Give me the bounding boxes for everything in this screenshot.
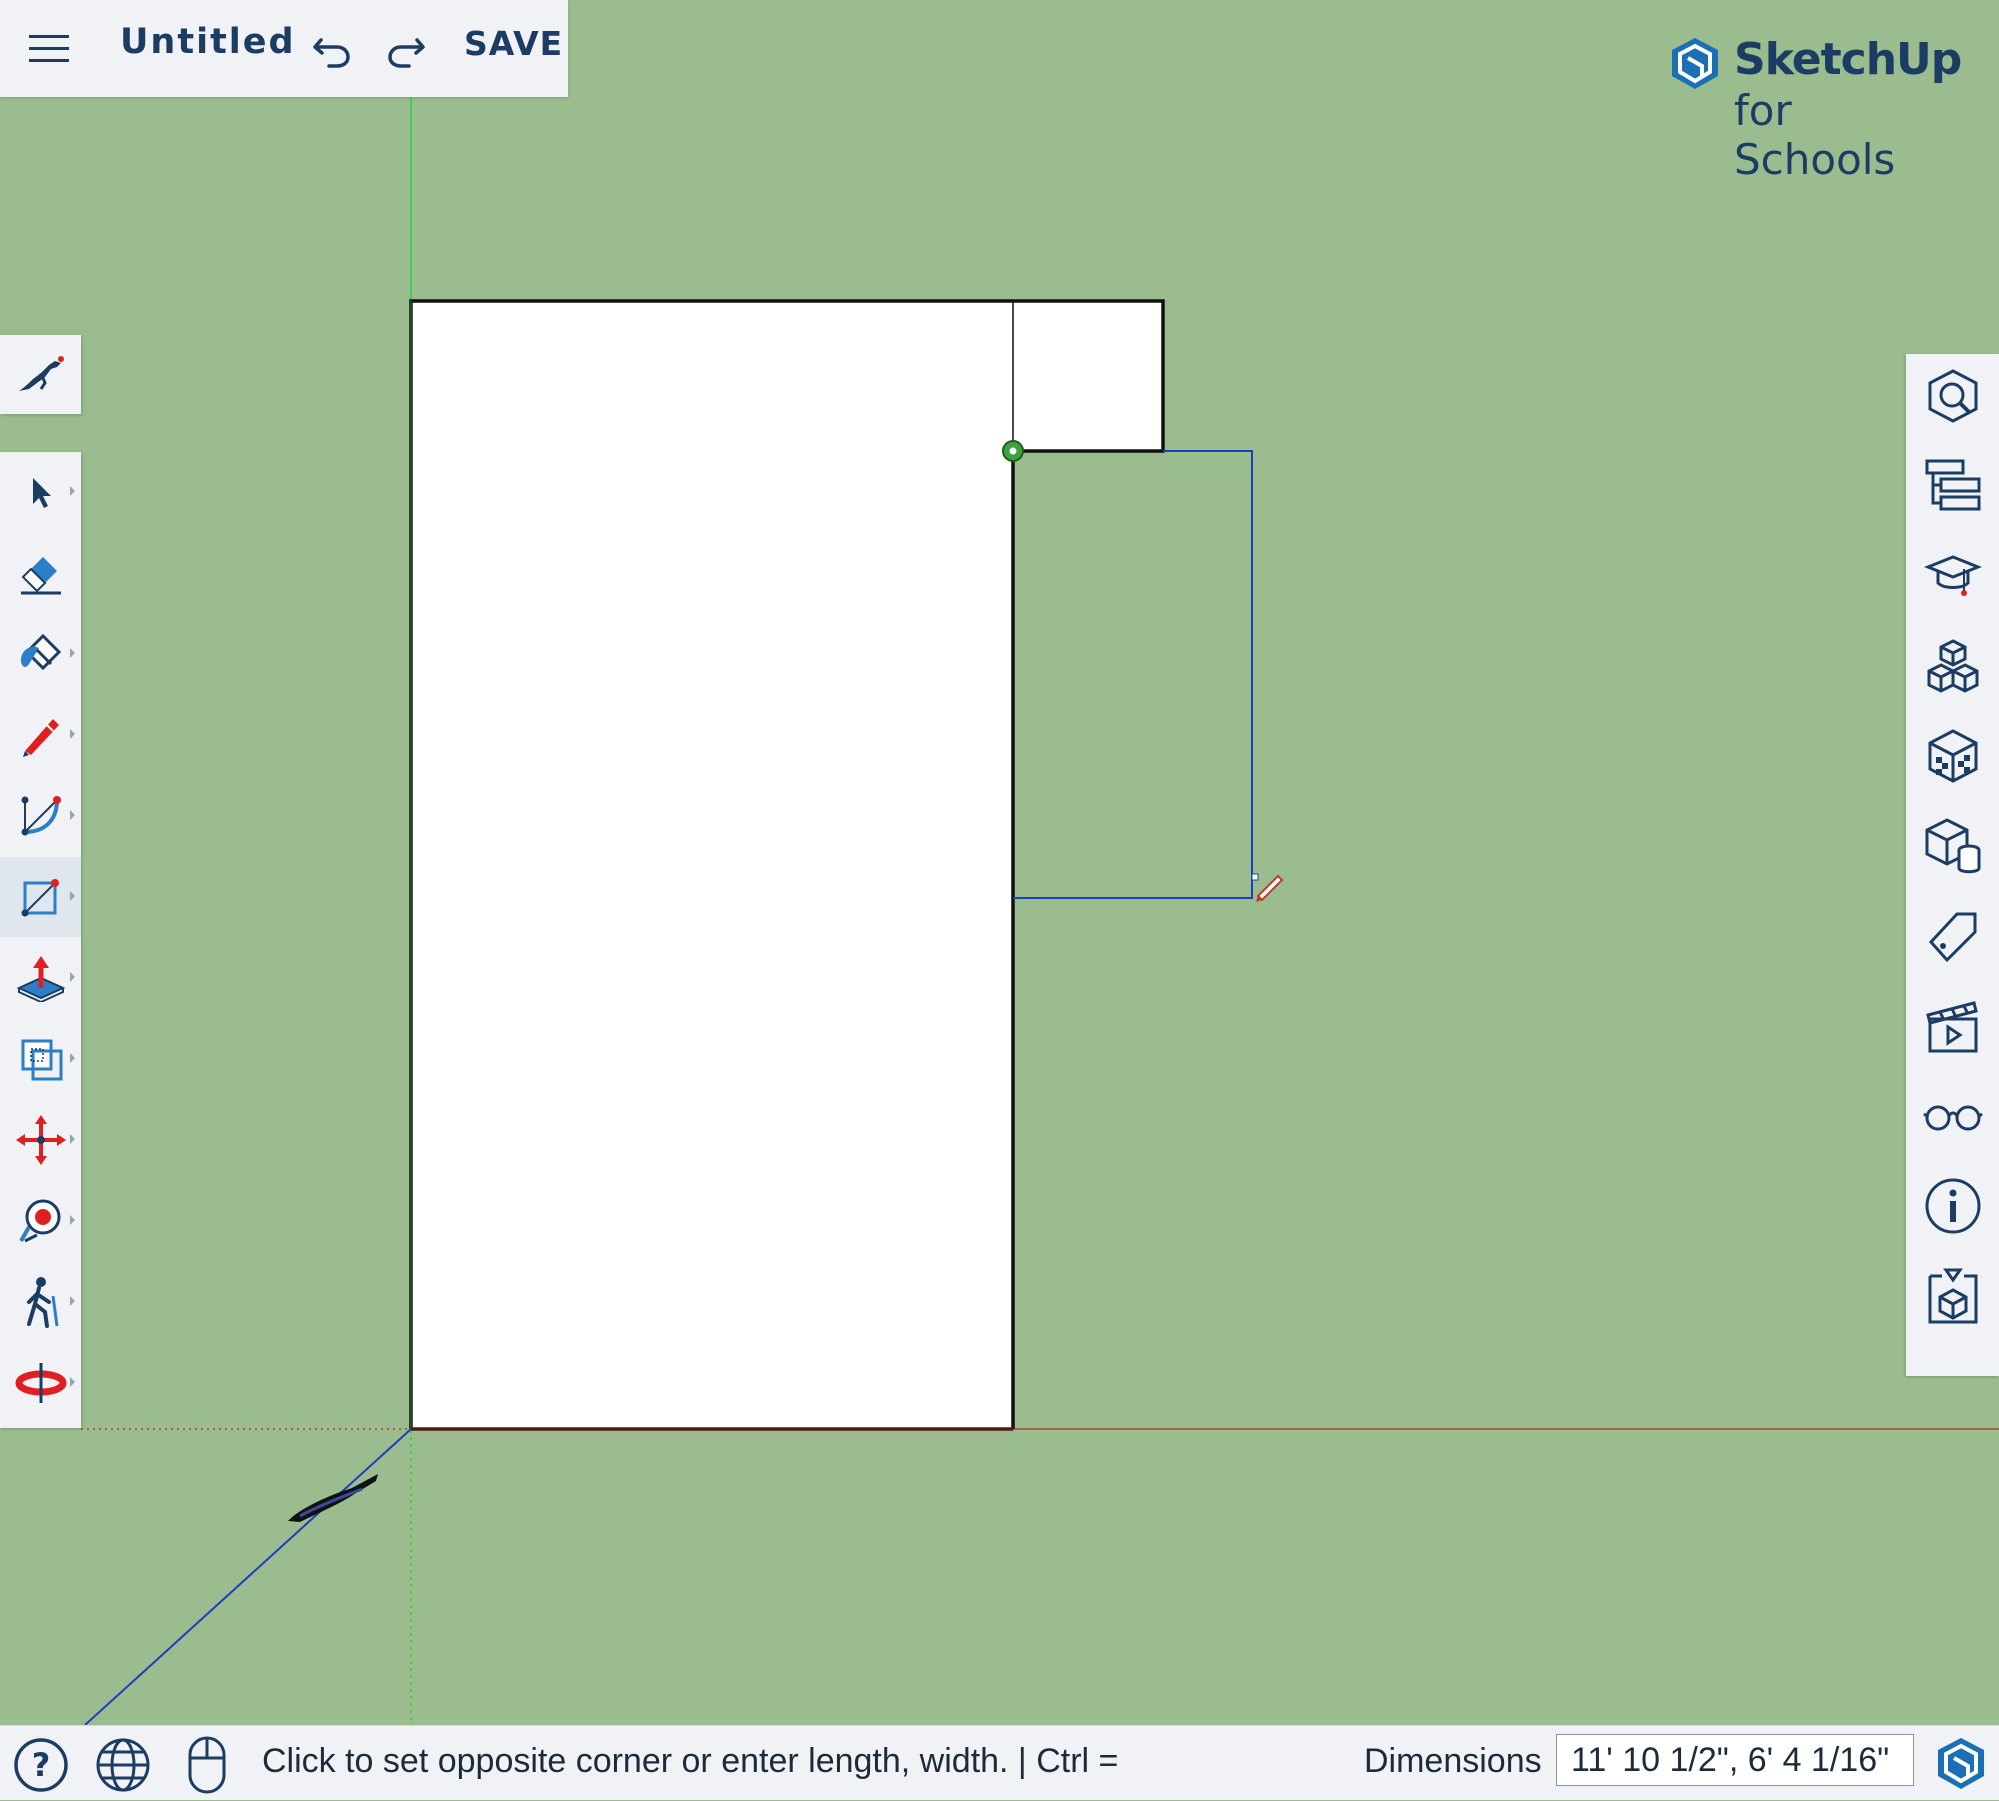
- status-bar: ? Click to set opposite corner or enter …: [0, 1725, 1999, 1800]
- 3d-warehouse-button[interactable]: [1906, 1254, 1999, 1338]
- tags-icon: [1928, 912, 1976, 963]
- instructor-icon: [18, 355, 64, 391]
- tape-measure-icon: [18, 1199, 60, 1243]
- sketchup-logo-icon: [1672, 38, 1718, 89]
- rectangle-preview: [1013, 450, 1253, 899]
- outliner-button[interactable]: [1906, 444, 1999, 528]
- materials-button[interactable]: [1906, 714, 1999, 798]
- pencil-cursor-icon: [1251, 873, 1284, 902]
- move-tool-button[interactable]: [0, 1100, 81, 1180]
- tags-button[interactable]: [1906, 894, 1999, 978]
- outliner-icon: [1925, 459, 1980, 511]
- endpoint-inference-dot: [1009, 447, 1017, 455]
- eraser-icon: [20, 557, 61, 595]
- push-pull-icon: [16, 956, 65, 1002]
- 3d-warehouse-icon: [1928, 1268, 1977, 1324]
- logo-name: SketchUp: [1734, 34, 1962, 85]
- display-button[interactable]: [1906, 1074, 1999, 1158]
- walk-tool-button[interactable]: [0, 1262, 81, 1342]
- hamburger-menu-icon: [29, 35, 69, 62]
- entity-info-button[interactable]: [1906, 354, 1999, 438]
- materials-icon: [1928, 729, 1977, 783]
- display-glasses-icon: [1922, 1105, 1983, 1131]
- scenes-icon: [1925, 1001, 1978, 1053]
- document-title[interactable]: Untitled: [120, 22, 296, 62]
- dimensions-input[interactable]: [1556, 1734, 1914, 1786]
- scenes-button[interactable]: [1906, 984, 1999, 1068]
- rectangle-tool-button[interactable]: [0, 857, 81, 937]
- language-button[interactable]: [94, 1736, 152, 1794]
- save-button[interactable]: SAVE: [464, 24, 563, 63]
- undo-icon: [313, 38, 350, 68]
- components-button[interactable]: [1906, 624, 1999, 708]
- cursor-arrow-icon: [32, 478, 51, 508]
- walk-icon: [26, 1277, 58, 1328]
- model-info-icon: [1925, 1178, 1980, 1234]
- logo-subtitle: for Schools: [1734, 86, 1896, 184]
- pencil-tool-button[interactable]: [0, 695, 81, 775]
- arc-tool-button[interactable]: [0, 776, 81, 856]
- instructor-panel: [0, 335, 81, 414]
- scale-figure-shadow: [288, 1474, 378, 1522]
- entity-info-icon: [1928, 369, 1977, 423]
- paint-bucket-icon: [20, 633, 61, 671]
- offset-tool-button[interactable]: [0, 1019, 81, 1099]
- pencil-icon: [22, 719, 59, 757]
- sketchup-small-logo-icon: [1938, 1738, 1984, 1789]
- instructor-button[interactable]: [0, 335, 81, 414]
- svg-text:?: ?: [32, 1746, 51, 1784]
- instructor-cap-icon: [1923, 555, 1982, 596]
- push-pull-tool-button[interactable]: [0, 938, 81, 1018]
- mouse-icon: [188, 1736, 226, 1794]
- rectangle-icon: [21, 879, 59, 917]
- blue-axis: [84, 1428, 412, 1725]
- eraser-tool-button[interactable]: [0, 533, 81, 613]
- orbit-icon: [15, 1363, 66, 1403]
- paint-bucket-tool-button[interactable]: [0, 614, 81, 694]
- drawing-viewport[interactable]: [0, 0, 1999, 1725]
- tape-measure-tool-button[interactable]: [0, 1181, 81, 1261]
- globe-icon: [96, 1738, 150, 1792]
- orbit-tool-button[interactable]: [0, 1343, 81, 1423]
- arc-icon: [21, 796, 61, 836]
- mouse-settings-button[interactable]: [180, 1734, 234, 1796]
- offset-icon: [21, 1039, 62, 1081]
- dimensions-label: Dimensions: [1364, 1742, 1542, 1780]
- sketchup-menu-button[interactable]: [1934, 1736, 1988, 1792]
- help-button[interactable]: ?: [12, 1736, 70, 1794]
- undo-button[interactable]: [306, 26, 358, 74]
- panels-toolbar: [1906, 354, 1999, 1376]
- styles-icon: [1925, 818, 1980, 874]
- top-toolbar: Untitled SAVE: [0, 0, 568, 97]
- menu-button[interactable]: [20, 24, 78, 74]
- white-face[interactable]: [411, 301, 1163, 1429]
- help-question-icon: ?: [14, 1738, 68, 1792]
- styles-button[interactable]: [1906, 804, 1999, 888]
- move-icon: [15, 1115, 66, 1165]
- components-icon: [1927, 639, 1978, 693]
- model-info-button[interactable]: [1906, 1164, 1999, 1248]
- status-message: Click to set opposite corner or enter le…: [262, 1742, 1119, 1780]
- sketchup-logo: SketchUp for Schools: [1668, 34, 1962, 184]
- redo-icon: [388, 38, 425, 68]
- select-tool-button[interactable]: [0, 452, 81, 532]
- tools-toolbar: [0, 452, 81, 1428]
- redo-button[interactable]: [380, 26, 432, 74]
- instructor-panel-button[interactable]: [1906, 534, 1999, 618]
